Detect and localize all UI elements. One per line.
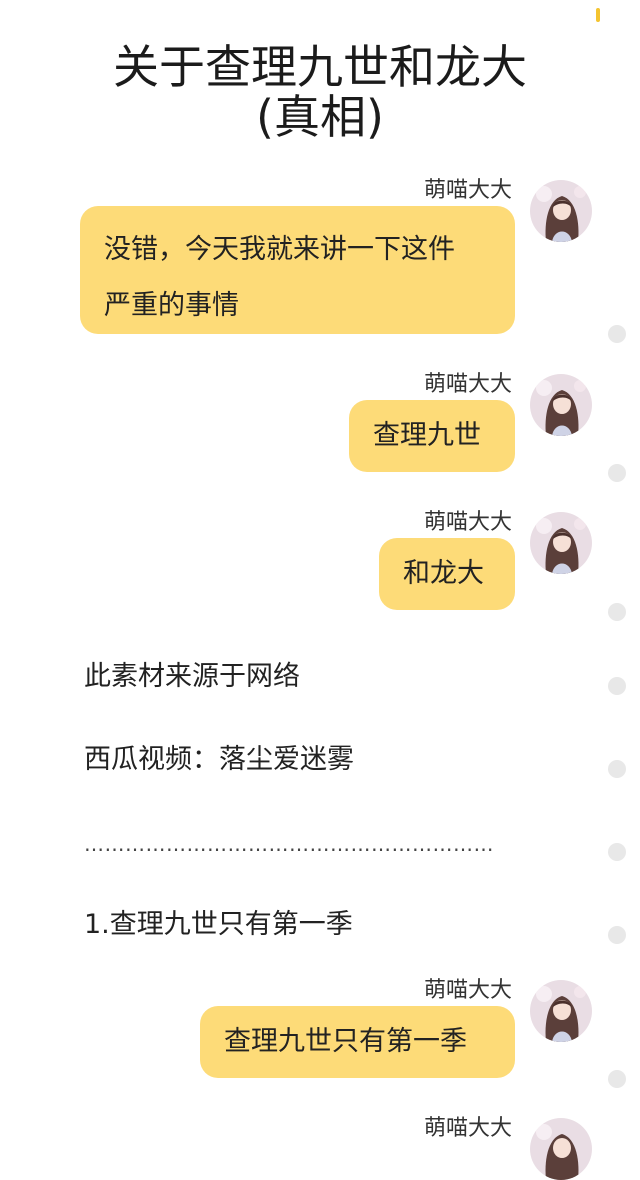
side-dot[interactable] xyxy=(608,603,626,621)
message-author: 萌喵大大 xyxy=(423,978,512,1003)
title-line-1: 关于查理九世和龙大 xyxy=(113,40,527,94)
bubble-text: 查理九世 xyxy=(373,420,481,451)
author-avatar[interactable] xyxy=(530,1118,592,1180)
side-dot[interactable] xyxy=(608,843,626,861)
side-dot[interactable] xyxy=(608,1070,626,1088)
bubble-text: 查理九世只有第一季 xyxy=(224,1026,467,1057)
article-title: 关于查理九世和龙大 (真相) xyxy=(0,42,640,142)
message-author: 萌喵大大 xyxy=(423,372,512,397)
author-avatar[interactable] xyxy=(530,180,592,242)
side-dot[interactable] xyxy=(608,464,626,482)
side-dot[interactable] xyxy=(608,926,626,944)
author-avatar[interactable] xyxy=(530,374,592,436)
bubble-text: 和龙大 xyxy=(403,558,484,589)
side-dot[interactable] xyxy=(608,677,626,695)
chat-bubble[interactable]: 查理九世只有第一季 xyxy=(200,1006,515,1078)
author-avatar[interactable] xyxy=(530,980,592,1042)
anime-girl-avatar-icon xyxy=(530,980,592,1042)
message-author: 萌喵大大 xyxy=(423,1116,512,1141)
bubble-text: 没错，今天我就来讲一下这件 严重的事情 xyxy=(104,234,455,321)
side-dot[interactable] xyxy=(608,760,626,778)
body-line: 此素材来源于网络 xyxy=(84,661,300,692)
dotted-divider: …………………………………………………… xyxy=(84,832,494,856)
side-dot[interactable] xyxy=(608,325,626,343)
body-line: 西瓜视频：落尘爱迷雾 xyxy=(84,744,354,775)
chat-bubble[interactable]: 没错，今天我就来讲一下这件 严重的事情 xyxy=(80,206,515,334)
title-line-2: (真相) xyxy=(256,90,384,144)
anime-girl-avatar-icon xyxy=(530,512,592,574)
message-author: 萌喵大大 xyxy=(423,178,512,203)
anime-girl-avatar-icon xyxy=(530,180,592,242)
anime-girl-avatar-icon xyxy=(530,374,592,436)
anime-girl-avatar-icon xyxy=(530,1118,592,1180)
chat-bubble[interactable]: 和龙大 xyxy=(379,538,515,610)
message-author: 萌喵大大 xyxy=(423,510,512,535)
scroll-indicator[interactable] xyxy=(596,8,600,22)
body-line: 1.查理九世只有第一季 xyxy=(84,909,353,940)
author-avatar[interactable] xyxy=(530,512,592,574)
chat-bubble[interactable]: 查理九世 xyxy=(349,400,515,472)
